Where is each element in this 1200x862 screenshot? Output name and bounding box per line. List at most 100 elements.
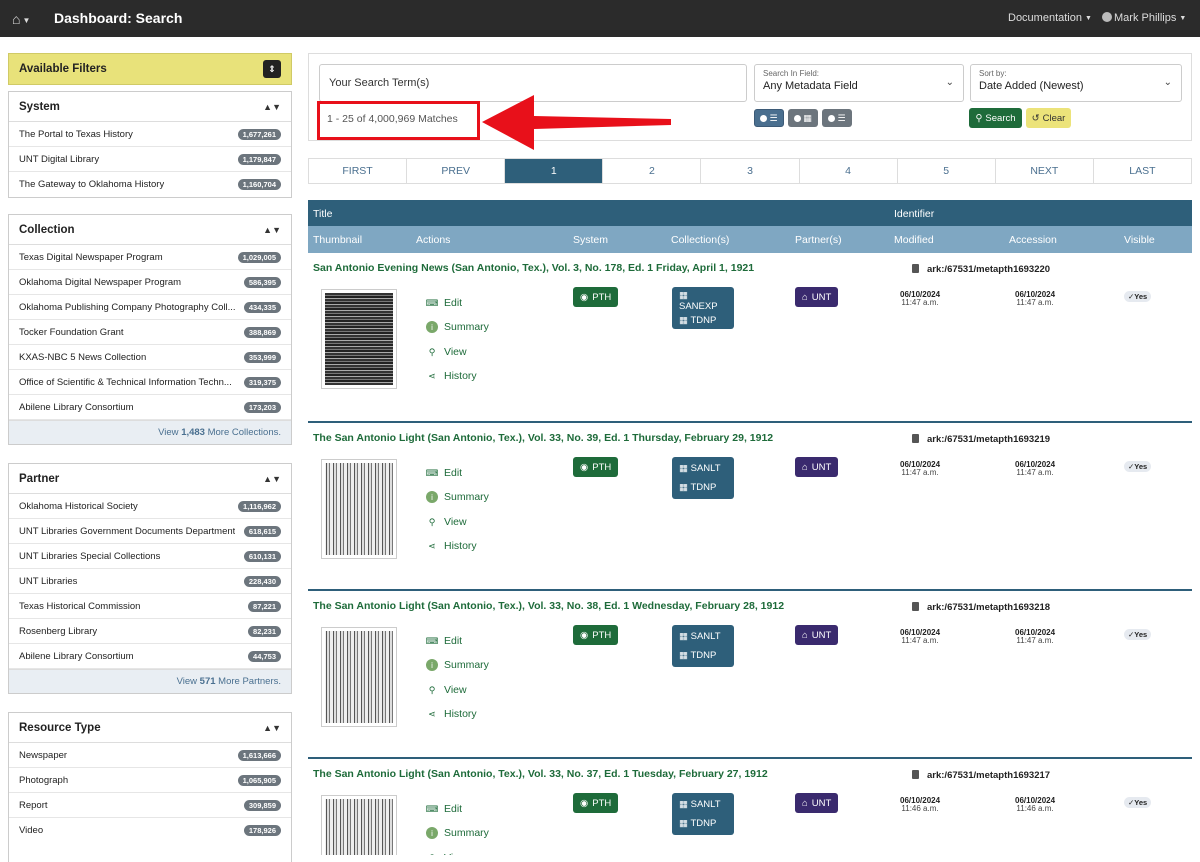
filter-item[interactable]: Texas Digital Newspaper Program 1,029,005 [9, 245, 291, 270]
pager-next[interactable]: NEXT [996, 159, 1094, 183]
search-button[interactable]: ⚲ Search [969, 108, 1022, 128]
system-badge[interactable]: ◉ PTH [573, 287, 619, 307]
system-badge[interactable]: ◉ PTH [573, 457, 619, 477]
system-filter-header[interactable]: System ▲▼ [9, 92, 291, 122]
info-icon: i [426, 827, 438, 839]
copy-icon[interactable] [912, 770, 919, 779]
time-text: 11:47 a.m. [1016, 468, 1054, 477]
filter-item[interactable]: Video 178,926 [9, 818, 291, 843]
result-thumbnail[interactable] [321, 289, 397, 389]
edit-link[interactable]: ⌨ Edit [426, 635, 463, 647]
edit-link[interactable]: ⌨ Edit [426, 467, 463, 479]
filter-item[interactable]: Office of Scientific & Technical Informa… [9, 370, 291, 395]
result-title-link[interactable]: The San Antonio Light (San Antonio, Tex.… [313, 432, 773, 444]
result-thumbnail[interactable] [321, 795, 397, 855]
view-link[interactable]: ⚲ View [426, 346, 467, 358]
list-view-button[interactable]: ☰ [754, 109, 784, 127]
summary-link[interactable]: i Summary [426, 491, 489, 503]
documentation-menu[interactable]: Documentation ▼ [1008, 12, 1092, 24]
view-link[interactable]: ⚲ View [426, 516, 467, 528]
filter-item[interactable]: UNT Libraries Government Documents Depar… [9, 519, 291, 544]
grid-icon: ▦ [679, 650, 691, 661]
collection-badge[interactable]: ▦ SANLT ▦ TDNP [672, 625, 734, 667]
summary-link[interactable]: i Summary [426, 659, 489, 671]
pager-page[interactable]: 3 [701, 159, 800, 183]
sort-icon[interactable]: ▲▼ [263, 474, 281, 484]
collection-badge[interactable]: ▦ SANLT ▦ TDNP [672, 457, 734, 499]
pager-last[interactable]: LAST [1094, 159, 1191, 183]
collection-filter-header[interactable]: Collection ▲▼ [9, 215, 291, 245]
pager-prev[interactable]: PREV [407, 159, 506, 183]
summary-link[interactable]: i Summary [426, 827, 489, 839]
result-title-link[interactable]: The San Antonio Light (San Antonio, Tex.… [313, 600, 784, 612]
search-field-select[interactable]: Search In Field: Any Metadata Field ⌄ [754, 64, 964, 102]
filter-item[interactable]: Abilene Library Consortium 44,753 [9, 644, 291, 669]
copy-icon[interactable] [912, 264, 919, 273]
filter-item[interactable]: The Gateway to Oklahoma History 1,160,704 [9, 172, 291, 197]
filter-item[interactable]: Rosenberg Library 82,231 [9, 619, 291, 644]
partner-filter-header[interactable]: Partner ▲▼ [9, 464, 291, 494]
partner-badge[interactable]: ⌂ UNT [795, 457, 839, 477]
filter-item[interactable]: Newspaper 1,613,666 [9, 743, 291, 768]
filter-item[interactable]: UNT Libraries Special Collections 610,131 [9, 544, 291, 569]
view-more-collections-link[interactable]: View 1,483 More Collections. [9, 420, 291, 444]
pager-page[interactable]: 2 [603, 159, 702, 183]
filter-item[interactable]: Report 309,859 [9, 793, 291, 818]
filter-item[interactable]: Photograph 1,065,905 [9, 768, 291, 793]
view-more-partners-link[interactable]: View 571 More Partners. [9, 669, 291, 693]
search-icon: ⚲ [428, 516, 436, 527]
history-link[interactable]: ⋖ History [426, 370, 476, 382]
globe-icon: ◉ [580, 291, 589, 303]
sort-icon[interactable]: ▲▼ [263, 225, 281, 235]
ark-identifier[interactable]: ark:/67531/metapth1693217 [912, 770, 1050, 781]
pager-page[interactable]: 1 [505, 159, 604, 183]
filter-item[interactable]: UNT Digital Library 1,179,847 [9, 147, 291, 172]
filter-item[interactable]: Tocker Foundation Grant 388,869 [9, 320, 291, 345]
compact-view-button[interactable]: ☰ [822, 109, 852, 127]
user-menu[interactable]: Mark Phillips ▼ [1102, 12, 1186, 24]
result-thumbnail[interactable] [321, 459, 397, 559]
result-title-link[interactable]: The San Antonio Light (San Antonio, Tex.… [313, 768, 768, 780]
filter-item[interactable]: Texas Historical Commission 87,221 [9, 594, 291, 619]
sort-icon[interactable]: ▲▼ [263, 102, 281, 112]
pager-page[interactable]: 4 [800, 159, 898, 183]
filter-item[interactable]: KXAS-NBC 5 News Collection 353,999 [9, 345, 291, 370]
result-thumbnail[interactable] [321, 627, 397, 727]
resource-type-filter-header[interactable]: Resource Type ▲▼ [9, 713, 291, 743]
filter-item[interactable]: Abilene Library Consortium 173,203 [9, 395, 291, 420]
filter-item[interactable]: Oklahoma Historical Society 1,116,962 [9, 494, 291, 519]
summary-link[interactable]: i Summary [426, 321, 489, 333]
ark-identifier[interactable]: ark:/67531/metapth1693218 [912, 602, 1050, 613]
home-menu[interactable]: ⌂ ▼ [12, 11, 30, 27]
system-badge[interactable]: ◉ PTH [573, 625, 619, 645]
sort-by-select[interactable]: Sort by: Date Added (Newest) ⌄ [970, 64, 1182, 102]
filter-item[interactable]: Oklahoma Publishing Company Photography … [9, 295, 291, 320]
partner-badge[interactable]: ⌂ UNT [795, 287, 839, 307]
filter-item[interactable]: The Portal to Texas History 1,677,261 [9, 122, 291, 147]
filters-toggle-button[interactable]: ⇕ [263, 60, 281, 78]
system-badge[interactable]: ◉ PTH [573, 793, 619, 813]
ark-identifier[interactable]: ark:/67531/metapth1693220 [912, 264, 1050, 275]
chevron-down-icon: ⌄ [1163, 77, 1172, 88]
partner-badge[interactable]: ⌂ UNT [795, 625, 839, 645]
ark-identifier[interactable]: ark:/67531/metapth1693219 [912, 434, 1050, 445]
collection-badge[interactable]: ▦ SANEXP ▦ TDNP [672, 287, 734, 329]
sort-icon[interactable]: ▲▼ [263, 723, 281, 733]
result-title-link[interactable]: San Antonio Evening News (San Antonio, T… [313, 262, 754, 274]
grid-view-button[interactable]: ▦ [788, 109, 818, 127]
history-link[interactable]: ⋖ History [426, 708, 476, 720]
partner-badge[interactable]: ⌂ UNT [795, 793, 839, 813]
copy-icon[interactable] [912, 434, 919, 443]
edit-link[interactable]: ⌨ Edit [426, 297, 463, 309]
filter-label: Oklahoma Digital Newspaper Program [19, 276, 182, 288]
view-link[interactable]: ⚲ View [426, 684, 467, 696]
copy-icon[interactable] [912, 602, 919, 611]
collection-badge[interactable]: ▦ SANLT ▦ TDNP [672, 793, 734, 835]
clear-button[interactable]: ↺ Clear [1026, 108, 1071, 128]
history-link[interactable]: ⋖ History [426, 540, 476, 552]
pager-page[interactable]: 5 [898, 159, 996, 183]
edit-link[interactable]: ⌨ Edit [426, 803, 463, 815]
filter-item[interactable]: UNT Libraries 228,430 [9, 569, 291, 594]
pager-first[interactable]: FIRST [309, 159, 408, 183]
filter-item[interactable]: Oklahoma Digital Newspaper Program 586,39… [9, 270, 291, 295]
